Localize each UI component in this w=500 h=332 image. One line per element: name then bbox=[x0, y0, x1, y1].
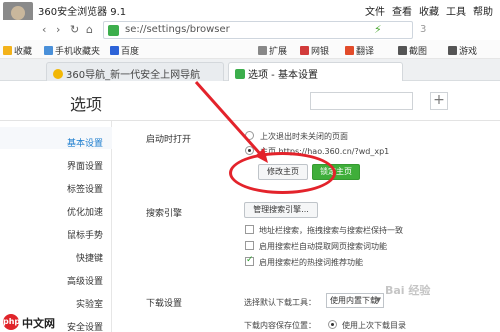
watermark-text: 中文网 bbox=[22, 317, 55, 330]
site-watermark: php 中文网 bbox=[0, 311, 60, 332]
baidu-watermark: Bai 经验 bbox=[385, 284, 431, 297]
php-logo: php bbox=[3, 314, 20, 330]
annotation-ellipse bbox=[229, 152, 336, 194]
